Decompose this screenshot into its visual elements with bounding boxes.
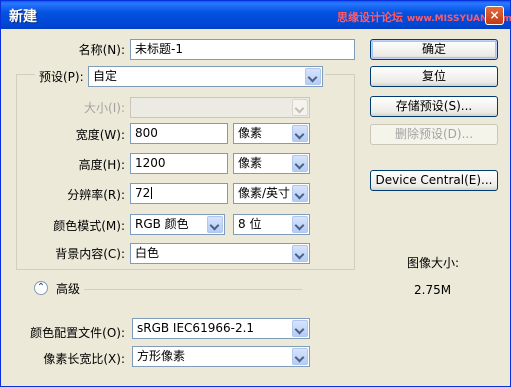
- height-unit-select[interactable]: 像素: [233, 153, 310, 174]
- pixel-aspect-value: 方形像素: [137, 349, 186, 363]
- color-mode-label: 颜色模式(M):: [53, 219, 125, 233]
- advanced-toggle-button[interactable]: ⌃: [34, 281, 48, 295]
- chevron-down-icon: [292, 185, 308, 202]
- name-input[interactable]: 未标题-1: [130, 39, 355, 60]
- chevron-down-icon: [292, 155, 308, 172]
- chevron-down-icon: [292, 125, 308, 142]
- background-select[interactable]: 白色: [130, 243, 310, 264]
- text-cursor: [151, 187, 153, 199]
- name-label: 名称(N):: [78, 43, 125, 57]
- chevron-down-icon: [292, 216, 308, 233]
- save-preset-button[interactable]: 存储预设(S)...: [370, 96, 498, 117]
- background-value: 白色: [135, 246, 160, 260]
- resolution-unit-select[interactable]: 像素/英寸: [233, 183, 310, 204]
- color-profile-value: sRGB IEC61966-2.1: [137, 321, 255, 335]
- chevron-down-icon: [292, 348, 308, 365]
- chevron-down-icon: [292, 99, 308, 116]
- width-label: 宽度(W):: [75, 128, 125, 142]
- pixel-aspect-label: 像素长宽比(X):: [43, 352, 125, 366]
- color-profile-label: 颜色配置文件(O):: [30, 326, 125, 340]
- width-input[interactable]: 800: [130, 123, 228, 144]
- chevron-down-icon: [292, 245, 308, 262]
- preset-group-border-bottom: [16, 269, 355, 270]
- color-mode-value: RGB 颜色: [135, 217, 189, 231]
- height-unit-value: 像素: [238, 156, 263, 170]
- resolution-value: 72: [135, 186, 151, 200]
- width-unit-value: 像素: [238, 126, 263, 140]
- image-size-label: 图像大小:: [407, 256, 460, 270]
- bit-depth-value: 8 位: [238, 217, 262, 231]
- preset-group-border-top-left: [16, 74, 35, 75]
- preset-group-border-top-right: [325, 74, 354, 75]
- reset-button[interactable]: 复位: [370, 66, 498, 87]
- close-icon: ×: [489, 8, 500, 22]
- delete-preset-button[interactable]: 删除预设(D)...: [370, 124, 498, 145]
- chevron-down-icon: [292, 320, 308, 337]
- image-size-value: 2.75M: [414, 283, 452, 297]
- new-document-dialog: 新建 思缘设计论坛 www.MISSYUAN.com × 名称(N): 未标题-…: [0, 0, 511, 387]
- preset-label: 预设(P):: [37, 70, 86, 84]
- bit-depth-select[interactable]: 8 位: [233, 214, 310, 235]
- width-unit-select[interactable]: 像素: [233, 123, 310, 144]
- advanced-divider: [84, 289, 302, 290]
- size-label: 大小(I):: [84, 101, 125, 115]
- preset-select[interactable]: 自定: [88, 66, 323, 87]
- color-mode-select[interactable]: RGB 颜色: [130, 214, 225, 235]
- background-label: 背景内容(C):: [55, 247, 125, 261]
- preset-value: 自定: [93, 69, 118, 83]
- watermark-main: 思缘设计论坛: [337, 11, 403, 24]
- advanced-label: 高级: [56, 282, 81, 296]
- preset-group-border-left: [16, 74, 17, 269]
- height-input[interactable]: 1200: [130, 153, 228, 174]
- chevron-up-icon: ⌃: [36, 282, 46, 293]
- size-select[interactable]: [130, 97, 310, 118]
- dialog-title: 新建: [9, 9, 37, 25]
- device-central-button[interactable]: Device Central(E)...: [370, 170, 498, 191]
- pixel-aspect-select[interactable]: 方形像素: [132, 346, 310, 367]
- close-button[interactable]: ×: [485, 6, 504, 25]
- height-label: 高度(H):: [78, 158, 125, 172]
- resolution-unit-value: 像素/英寸: [238, 186, 291, 200]
- resolution-label: 分辨率(R):: [67, 188, 125, 202]
- chevron-down-icon: [207, 216, 223, 233]
- preset-group-border-right: [354, 74, 355, 269]
- title-bar[interactable]: 新建 思缘设计论坛 www.MISSYUAN.com ×: [1, 1, 511, 29]
- resolution-input[interactable]: 72: [130, 183, 228, 204]
- ok-button[interactable]: 确定: [370, 39, 498, 60]
- chevron-down-icon: [305, 68, 321, 85]
- color-profile-select[interactable]: sRGB IEC61966-2.1: [132, 318, 310, 339]
